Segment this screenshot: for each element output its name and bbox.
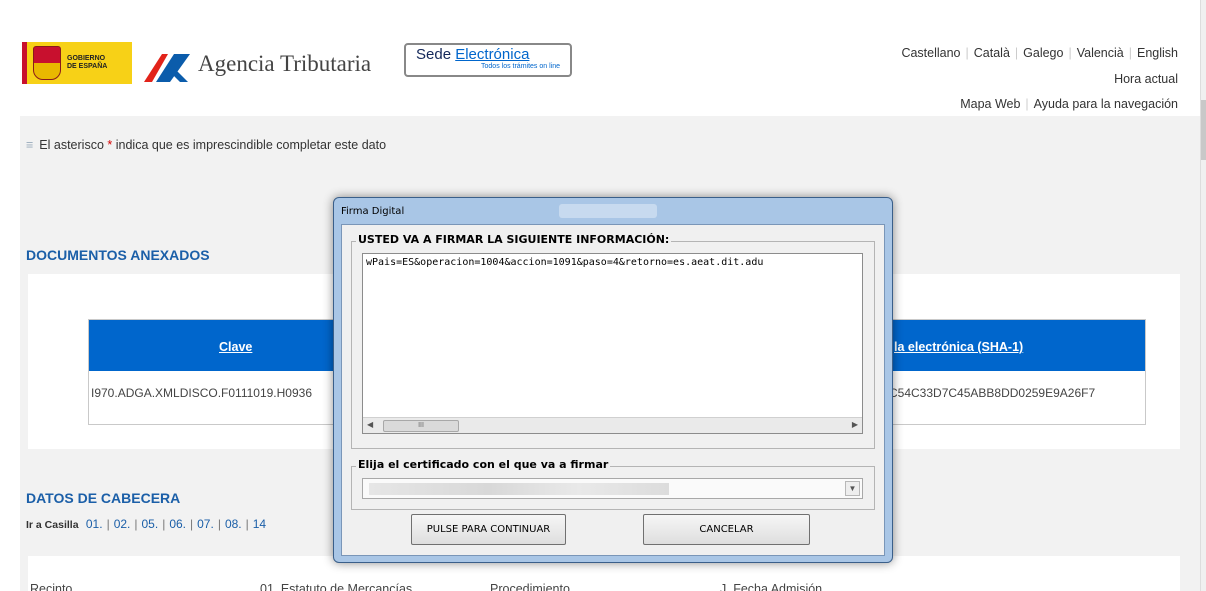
separator: | xyxy=(1068,46,1072,60)
sede-main-text: Sede Electrónica xyxy=(416,46,560,63)
separator: | xyxy=(217,517,221,531)
separator: | xyxy=(134,517,138,531)
ayuda-navegacion-link[interactable]: Ayuda para la navegación xyxy=(1034,97,1178,111)
casilla-link[interactable]: 05. xyxy=(142,517,159,531)
continue-button[interactable]: PULSE PARA CONTINUAR xyxy=(411,514,566,545)
info-text: wPais=ES&operacion=1004&accion=1091&paso… xyxy=(366,257,764,268)
row-firma-value: C54C33D7C45ABB8DD0259E9A26F7 xyxy=(889,386,1096,400)
separator: | xyxy=(1025,97,1029,111)
info-groupbox: USTED VA A FIRMAR LA SIGUIENTE INFORMACI… xyxy=(351,233,875,449)
casilla-link[interactable]: 07. xyxy=(197,517,214,531)
page-scrollbar-thumb[interactable] xyxy=(1201,100,1206,160)
sede-word: Sede xyxy=(416,46,452,63)
info-textarea[interactable]: wPais=ES&operacion=1004&accion=1091&paso… xyxy=(362,253,863,434)
sede-electronica-logo[interactable]: Sede Electrónica Todos los trámites on l… xyxy=(404,43,572,77)
dialog-body: USTED VA A FIRMAR LA SIGUIENTE INFORMACI… xyxy=(341,224,885,556)
separator: | xyxy=(106,517,110,531)
info-horizontal-scrollbar[interactable]: ◀ III ▶ xyxy=(363,417,862,433)
electronica-word: Electrónica xyxy=(455,46,530,63)
separator: | xyxy=(965,46,969,60)
field-procedimiento-label: Procedimiento xyxy=(490,582,570,591)
casilla-link[interactable]: 06. xyxy=(169,517,186,531)
cert-select[interactable]: ▼ xyxy=(362,478,863,499)
cert-redacted-value xyxy=(369,483,669,495)
separator: | xyxy=(162,517,166,531)
casilla-link[interactable]: 01. xyxy=(86,517,103,531)
casilla-link[interactable]: 02. xyxy=(114,517,131,531)
dialog-title: Firma Digital xyxy=(341,206,405,217)
lang-castellano[interactable]: Castellano xyxy=(901,46,960,60)
chevron-down-icon[interactable]: ▼ xyxy=(845,481,860,496)
separator: | xyxy=(1014,46,1019,60)
dialog-title-ghost xyxy=(559,204,657,218)
logo-red-bar xyxy=(22,42,27,84)
page-scrollbar[interactable] xyxy=(1200,0,1206,591)
agency-title[interactable]: Agencia Tributaria xyxy=(198,51,371,77)
cert-legend: Elija el certificado con el que va a fir… xyxy=(356,458,611,471)
docs-section-title: DOCUMENTOS ANEXADOS xyxy=(26,247,210,263)
info-legend: USTED VA A FIRMAR LA SIGUIENTE INFORMACI… xyxy=(356,233,672,246)
firma-digital-dialog: Firma Digital USTED VA A FIRMAR LA SIGUI… xyxy=(333,197,893,563)
lang-english[interactable]: English xyxy=(1137,46,1178,60)
casilla-label: Ir a Casilla xyxy=(26,519,79,531)
col-clave-link[interactable]: Clave xyxy=(219,340,252,354)
lang-catala[interactable]: Català xyxy=(974,46,1010,60)
bullet-icon: ≡ xyxy=(26,138,34,152)
gobierno-line-2: DE ESPAÑA xyxy=(67,63,108,70)
language-links: Castellano | Català | Galego | Valencià | Englis… xyxy=(901,46,1178,60)
scroll-thumb[interactable]: III xyxy=(383,420,459,432)
aux-links: Mapa Web | Ayuda para la navegación xyxy=(960,97,1178,111)
sede-subtitle: Todos los trámites on line xyxy=(481,63,560,70)
lang-valencia[interactable]: Valencià xyxy=(1077,46,1124,60)
asterisk-prefix: El asterisco xyxy=(39,138,104,152)
separator: | xyxy=(190,517,194,531)
required-star: * xyxy=(107,138,113,152)
asterisk-note: ≡ El asterisco * indica que es imprescind… xyxy=(26,138,386,152)
scroll-left-icon[interactable]: ◀ xyxy=(367,420,373,429)
gobierno-de-espana-logo[interactable]: GOBIERNO DE ESPAÑA xyxy=(22,42,132,84)
cancel-button[interactable]: CANCELAR xyxy=(643,514,810,545)
gobierno-text: GOBIERNO DE ESPAÑA xyxy=(67,55,107,71)
lang-galego[interactable]: Galego xyxy=(1023,46,1063,60)
field-fecha-admision-label: J. Fecha Admisión xyxy=(720,582,823,591)
row-clave-value: I970.ADGA.XMLDISCO.F0111019.H0936 xyxy=(91,386,313,400)
cabecera-section-title: DATOS DE CABECERA xyxy=(26,490,181,506)
casilla-nav: Ir a Casilla 01. | 02. | 05. | 06. | 07. | 08. | 14 xyxy=(26,517,266,531)
separator: | xyxy=(1128,46,1132,60)
gobierno-line-1: GOBIERNO xyxy=(67,55,106,62)
agencia-tributaria-logo-icon[interactable] xyxy=(142,50,192,84)
casilla-link[interactable]: 14 xyxy=(253,517,266,531)
mapa-web-link[interactable]: Mapa Web xyxy=(960,97,1020,111)
site-header: GOBIERNO DE ESPAÑA Agencia Tributaria Se… xyxy=(0,0,1200,116)
field-estatuto-label: 01. Estatuto de Mercancías xyxy=(260,582,413,591)
scroll-right-icon[interactable]: ▶ xyxy=(852,420,858,429)
coat-of-arms-icon xyxy=(33,46,61,80)
cert-groupbox: Elija el certificado con el que va a fir… xyxy=(351,458,875,510)
separator: | xyxy=(245,517,249,531)
casilla-link[interactable]: 08. xyxy=(225,517,242,531)
asterisk-suffix: indica que es imprescindible completar e… xyxy=(115,138,387,152)
hora-actual-link[interactable]: Hora actual xyxy=(1114,72,1178,86)
field-recinto-label: Recinto xyxy=(30,582,73,591)
col-firma-link[interactable]: la electrónica (SHA-1) xyxy=(894,340,1023,354)
